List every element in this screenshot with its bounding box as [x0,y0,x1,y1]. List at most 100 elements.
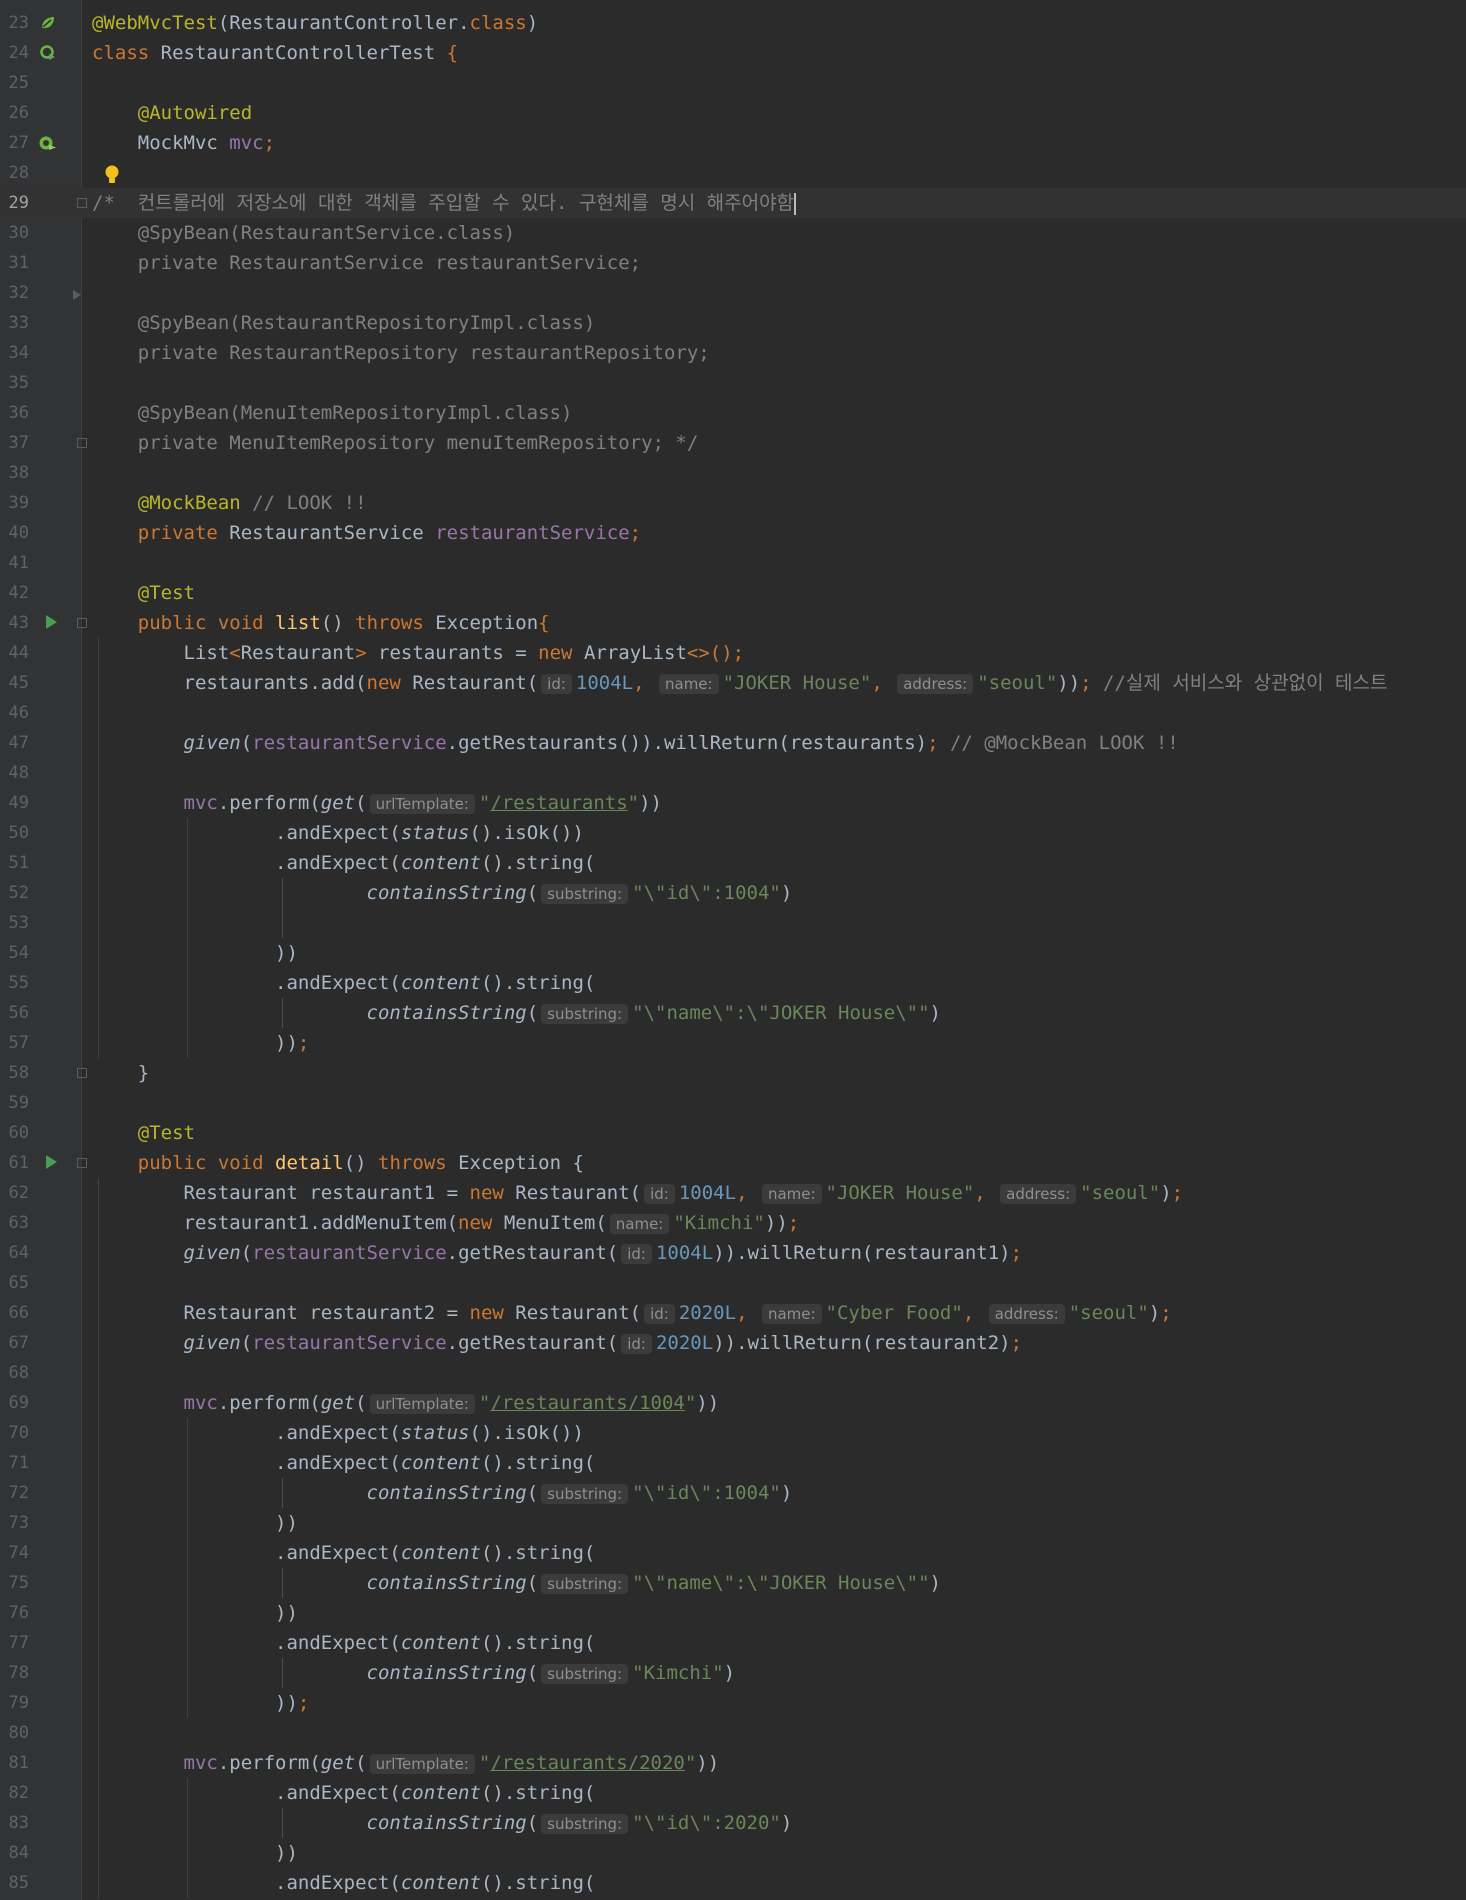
code-line[interactable]: 47 given(restaurantService.getRestaurant… [0,728,1466,758]
line-code[interactable]: restaurants.add(new Restaurant(id: 1004L,… [92,668,1387,699]
code-line[interactable]: 38 [0,458,1466,488]
code-line[interactable]: 58 } [0,1058,1466,1088]
line-code[interactable]: )) [92,1598,298,1628]
code-line[interactable]: 67 given(restaurantService.getRestaurant… [0,1328,1466,1358]
code-line[interactable]: 84 )) [0,1838,1466,1868]
code-line[interactable]: 82 .andExpect(content().string( [0,1778,1466,1808]
code-line[interactable]: 73 )) [0,1508,1466,1538]
spring-run-icon[interactable] [39,44,57,66]
code-line[interactable]: 43 public void list() throws Exception{ [0,608,1466,638]
code-line[interactable]: 76 )) [0,1598,1466,1628]
code-line[interactable]: 24 class RestaurantControllerTest { [0,38,1466,68]
code-line[interactable]: 25 [0,68,1466,98]
line-code[interactable]: containsString(substring: "\"name\":\"JOK… [92,998,941,1029]
line-code[interactable]: )); [92,1688,309,1718]
code-line[interactable]: 37 private MenuItemRepository menuItemRe… [0,428,1466,458]
code-line[interactable]: 36 @SpyBean(MenuItemRepositoryImpl.class… [0,398,1466,428]
line-code[interactable]: @WebMvcTest(RestaurantController.class) [92,8,538,38]
fold-marker-icon[interactable] [77,438,87,448]
code-line[interactable]: 45 restaurants.add(new Restaurant(id: 100… [0,668,1466,698]
spring-autowired-icon[interactable] [37,134,57,156]
line-code[interactable]: containsString(substring: "\"id\":1004") [92,1478,792,1509]
line-code[interactable]: .andExpect(content().string( [92,1778,595,1808]
code-line[interactable]: 33 @SpyBean(RestaurantRepositoryImpl.cla… [0,308,1466,338]
line-code[interactable]: @MockBean // LOOK !! [92,488,367,518]
line-code[interactable]: given(restaurantService.getRestaurant(id… [92,1328,1022,1359]
code-line[interactable]: 29 /* 컨트롤러에 저장소에 대한 객체를 주입할 수 있다. 구현체를 명시… [0,188,1466,218]
line-code[interactable]: MockMvc mvc; [92,128,275,158]
code-line[interactable]: 57 )); [0,1028,1466,1058]
code-line[interactable]: 26 @Autowired [0,98,1466,128]
code-line[interactable]: 85 .andExpect(content().string( [0,1868,1466,1898]
line-code[interactable]: @Test [92,1118,195,1148]
line-code[interactable]: containsString(substring: "\"name\":\"JOK… [92,1568,941,1599]
line-code[interactable]: public void list() throws Exception{ [92,608,550,638]
line-code[interactable]: .andExpect(status().isOk()) [92,818,584,848]
code-line[interactable]: 53 [0,908,1466,938]
code-line[interactable]: 27 MockMvc mvc; [0,128,1466,158]
line-code[interactable]: given(restaurantService.getRestaurant(id… [92,1238,1022,1269]
code-line[interactable]: 49 mvc.perform(get(urlTemplate: "/restaur… [0,788,1466,818]
line-code[interactable]: .andExpect(content().string( [92,848,595,878]
fold-marker-icon[interactable] [77,198,87,208]
code-line[interactable]: 83 containsString(substring: "\"id\":2020… [0,1808,1466,1838]
line-code[interactable]: .andExpect(content().string( [92,968,595,998]
code-line[interactable]: 28 [0,158,1466,188]
line-code[interactable]: @Test [92,578,195,608]
run-test-icon[interactable] [44,1154,58,1174]
line-code[interactable]: )) [92,938,298,968]
code-line[interactable]: 71 .andExpect(content().string( [0,1448,1466,1478]
spring-bean-icon[interactable] [39,14,57,36]
code-line[interactable]: 30 @SpyBean(RestaurantService.class) [0,218,1466,248]
fold-marker-icon[interactable] [77,1158,87,1168]
code-line[interactable]: 59 [0,1088,1466,1118]
code-line[interactable]: 42 @Test [0,578,1466,608]
code-line[interactable]: 74 .andExpect(content().string( [0,1538,1466,1568]
line-code[interactable]: List<Restaurant> restaurants = new Array… [92,638,745,668]
lightbulb-icon[interactable] [103,164,121,190]
line-code[interactable]: )) [92,1838,298,1868]
line-code[interactable]: private MenuItemRepository menuItemRepos… [92,428,699,458]
line-code[interactable]: .andExpect(content().string( [92,1628,595,1658]
code-line[interactable]: 66 Restaurant restaurant2 = new Restaura… [0,1298,1466,1328]
line-code[interactable]: @SpyBean(RestaurantRepositoryImpl.class) [92,308,596,338]
code-line[interactable]: 40 private RestaurantService restaurantS… [0,518,1466,548]
line-code[interactable]: containsString(substring: "\"id\":2020") [92,1808,792,1839]
code-line[interactable]: 62 Restaurant restaurant1 = new Restaura… [0,1178,1466,1208]
line-code[interactable]: given(restaurantService.getRestaurants()… [92,728,1179,758]
code-editor[interactable]: 23 @WebMvcTest(RestaurantController.class… [0,0,1466,1900]
code-line[interactable]: 61 public void detail() throws Exception… [0,1148,1466,1178]
code-line[interactable]: 64 given(restaurantService.getRestaurant… [0,1238,1466,1268]
code-line[interactable]: 34 private RestaurantRepository restaura… [0,338,1466,368]
line-code[interactable]: public void detail() throws Exception { [92,1148,584,1178]
code-line[interactable]: 78 containsString(substring: "Kimchi") [0,1658,1466,1688]
line-code[interactable]: .andExpect(content().string( [92,1448,595,1478]
code-line[interactable]: 31 private RestaurantService restaurantS… [0,248,1466,278]
line-code[interactable]: } [92,1058,149,1088]
line-code[interactable]: mvc.perform(get(urlTemplate: "/restaurant… [92,1388,719,1419]
line-code[interactable]: Restaurant restaurant2 = new Restaurant(… [92,1298,1172,1329]
line-code[interactable]: .andExpect(status().isOk()) [92,1418,584,1448]
run-test-icon[interactable] [44,614,58,634]
line-code[interactable]: private RestaurantRepository restaurantR… [92,338,710,368]
code-line[interactable]: 68 [0,1358,1466,1388]
code-line[interactable]: 50 .andExpect(status().isOk()) [0,818,1466,848]
code-line[interactable]: 51 .andExpect(content().string( [0,848,1466,878]
code-line[interactable]: 23 @WebMvcTest(RestaurantController.class… [0,8,1466,38]
code-line[interactable]: 72 containsString(substring: "\"id\":1004… [0,1478,1466,1508]
code-line[interactable]: 56 containsString(substring: "\"name\":\"… [0,998,1466,1028]
breakpoint-arrow-icon[interactable] [72,286,82,305]
line-code[interactable]: class RestaurantControllerTest { [92,38,458,68]
line-code[interactable]: mvc.perform(get(urlTemplate: "/restaurant… [92,1748,719,1779]
line-code[interactable]: mvc.perform(get(urlTemplate: "/restaurant… [92,788,662,819]
line-code[interactable]: /* 컨트롤러에 저장소에 대한 객체를 주입할 수 있다. 구현체를 명시 해… [92,188,797,218]
code-line[interactable]: 55 .andExpect(content().string( [0,968,1466,998]
line-code[interactable]: @SpyBean(RestaurantService.class) [92,218,516,248]
code-line[interactable]: 52 containsString(substring: "\"id\":1004… [0,878,1466,908]
line-code[interactable]: containsString(substring: "Kimchi") [92,1658,735,1689]
code-line[interactable]: 69 mvc.perform(get(urlTemplate: "/restaur… [0,1388,1466,1418]
code-line[interactable]: 48 [0,758,1466,788]
line-code[interactable]: @Autowired [92,98,252,128]
code-line[interactable]: 54 )) [0,938,1466,968]
code-line[interactable]: 46 [0,698,1466,728]
